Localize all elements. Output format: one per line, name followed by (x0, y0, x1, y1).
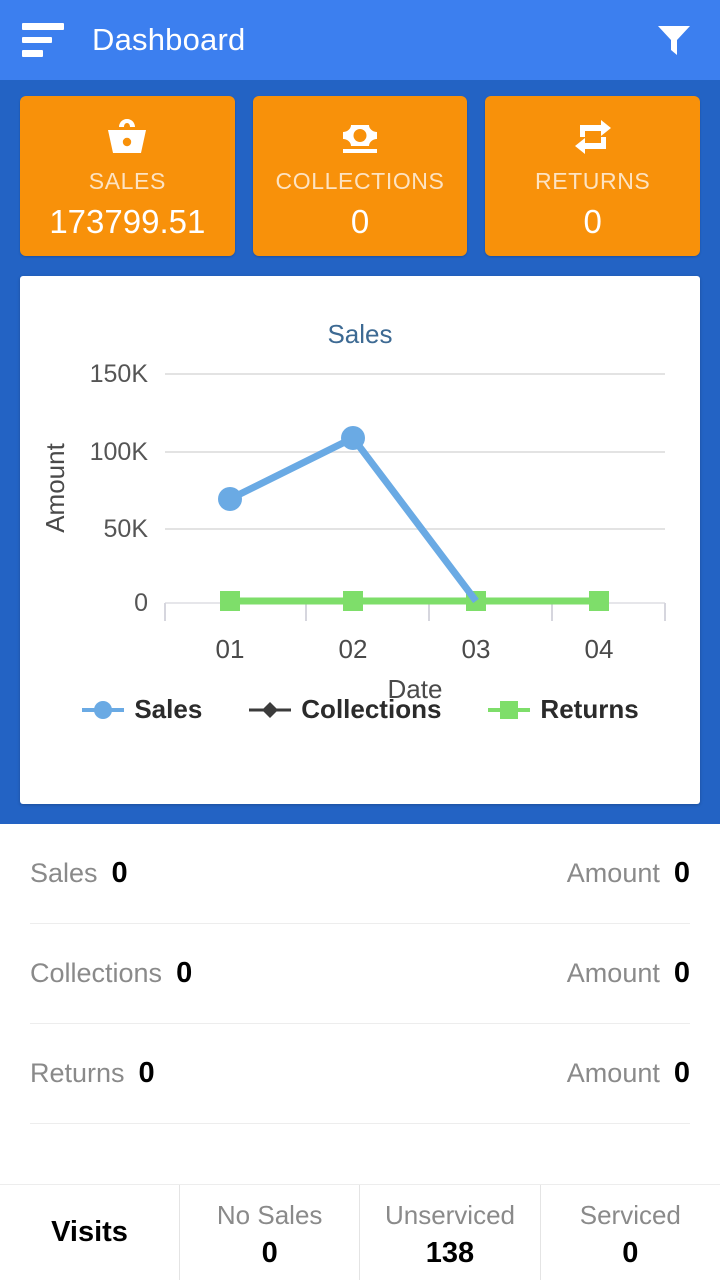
summary-right-group: Amount 0 (567, 1057, 690, 1090)
kpi-label: RETURNS (534, 168, 651, 194)
svg-text:0: 0 (134, 589, 148, 617)
visits-bottom-bar: Visits No Sales 0 Unserviced 138 Service… (0, 1184, 720, 1280)
chart-legend: Sales Collections Returns (20, 694, 700, 725)
stat-value: 138 (425, 1236, 475, 1269)
svg-text:100K: 100K (90, 438, 149, 466)
summary-amount-value: 0 (673, 1057, 690, 1089)
legend-item-returns[interactable]: Returns (487, 694, 639, 725)
kpi-card-collections[interactable]: COLLECTIONS 0 (252, 96, 468, 256)
kpi-label: SALES (88, 168, 166, 194)
stat-cell-unserviced[interactable]: Unserviced 138 (360, 1185, 541, 1280)
sales-point-01 (218, 487, 242, 511)
banknote-icon (337, 116, 383, 158)
svg-text:02: 02 (339, 634, 368, 664)
legend-label: Collections (301, 694, 442, 724)
summary-right-group: Amount 0 (567, 957, 690, 990)
kpi-card-row: SALES 173799.51 COLLECTIONS 0 RETURNS 0 (20, 96, 701, 256)
summary-amount-value: 0 (673, 957, 690, 989)
summary-row-collections[interactable]: Collections 0 Amount 0 (30, 924, 690, 1024)
summary-list: Sales 0 Amount 0 Collections 0 Amount 0 … (0, 824, 720, 1184)
kpi-label: COLLECTIONS (275, 168, 445, 194)
kpi-value: 0 (583, 203, 602, 240)
stat-label: Serviced (579, 1199, 681, 1230)
summary-left-group: Returns 0 (30, 1057, 155, 1090)
kpi-card-sales[interactable]: SALES 173799.51 (20, 96, 235, 256)
summary-row-returns[interactable]: Returns 0 Amount 0 (30, 1024, 690, 1124)
summary-count: 0 (176, 957, 193, 989)
hamburger-line-1 (22, 23, 64, 30)
stat-value: 0 (261, 1236, 278, 1269)
kpi-value: 173799.51 (49, 203, 206, 240)
summary-label: Sales (30, 858, 98, 888)
visits-cell: Visits (0, 1185, 180, 1280)
stat-cell-no-sales[interactable]: No Sales 0 (180, 1185, 361, 1280)
svg-text:50K: 50K (104, 515, 149, 543)
svg-text:01: 01 (216, 634, 245, 664)
sales-point-02 (341, 426, 365, 450)
repeat-arrows-icon (570, 116, 616, 158)
summary-amount-label: Amount (566, 958, 660, 988)
legend-label: Sales (134, 694, 203, 724)
hamburger-menu-icon[interactable] (22, 23, 64, 58)
legend-label: Returns (540, 694, 639, 724)
summary-label: Collections (30, 958, 163, 988)
returns-point-02 (343, 591, 363, 611)
svg-text:150K: 150K (90, 360, 149, 388)
dashboard-screen: Dashboard SALES 173799.51 COLLECTIONS 0 … (0, 0, 720, 1280)
summary-right-group: Amount 0 (567, 857, 690, 890)
summary-left-group: Collections 0 (30, 957, 192, 990)
blue-panel: SALES 173799.51 COLLECTIONS 0 RETURNS 0 … (0, 80, 720, 824)
sales-series-line (228, 434, 479, 604)
app-bar: Dashboard (0, 0, 720, 80)
shopping-basket-icon (104, 116, 150, 158)
page-title: Dashboard (92, 22, 246, 57)
stat-cell-serviced[interactable]: Serviced 0 (541, 1185, 720, 1280)
legend-marker-square-icon (488, 700, 531, 719)
stat-label: Unserviced (384, 1199, 516, 1230)
summary-amount-label: Amount (566, 858, 660, 888)
summary-label: Returns (30, 1058, 125, 1088)
svg-text:04: 04 (585, 634, 614, 664)
returns-point-04 (589, 591, 609, 611)
summary-amount-label: Amount (566, 1058, 660, 1088)
sales-chart-card: Sales 150K 100K 50K 0 Amount 01 02 03 04… (20, 276, 700, 804)
legend-marker-circle-icon (82, 700, 125, 719)
legend-marker-diamond-icon (249, 701, 292, 718)
summary-left-group: Sales 0 (30, 857, 128, 890)
hamburger-line-2 (22, 36, 52, 44)
svg-text:03: 03 (462, 634, 491, 664)
summary-count: 0 (138, 1057, 155, 1089)
returns-point-01 (220, 591, 240, 611)
summary-count: 0 (111, 857, 128, 889)
legend-item-sales[interactable]: Sales (81, 694, 202, 725)
legend-item-collections[interactable]: Collections (248, 694, 441, 725)
kpi-card-returns[interactable]: RETURNS 0 (485, 96, 701, 256)
svg-text:Amount: Amount (40, 442, 70, 532)
filter-funnel-icon[interactable] (654, 20, 694, 60)
stat-value: 0 (622, 1236, 639, 1269)
hamburger-line-3 (22, 50, 43, 58)
summary-amount-value: 0 (673, 857, 690, 889)
kpi-value: 0 (350, 203, 370, 240)
summary-row-sales[interactable]: Sales 0 Amount 0 (30, 824, 690, 924)
visits-label: Visits (51, 1216, 128, 1248)
stat-label: No Sales (216, 1199, 323, 1230)
